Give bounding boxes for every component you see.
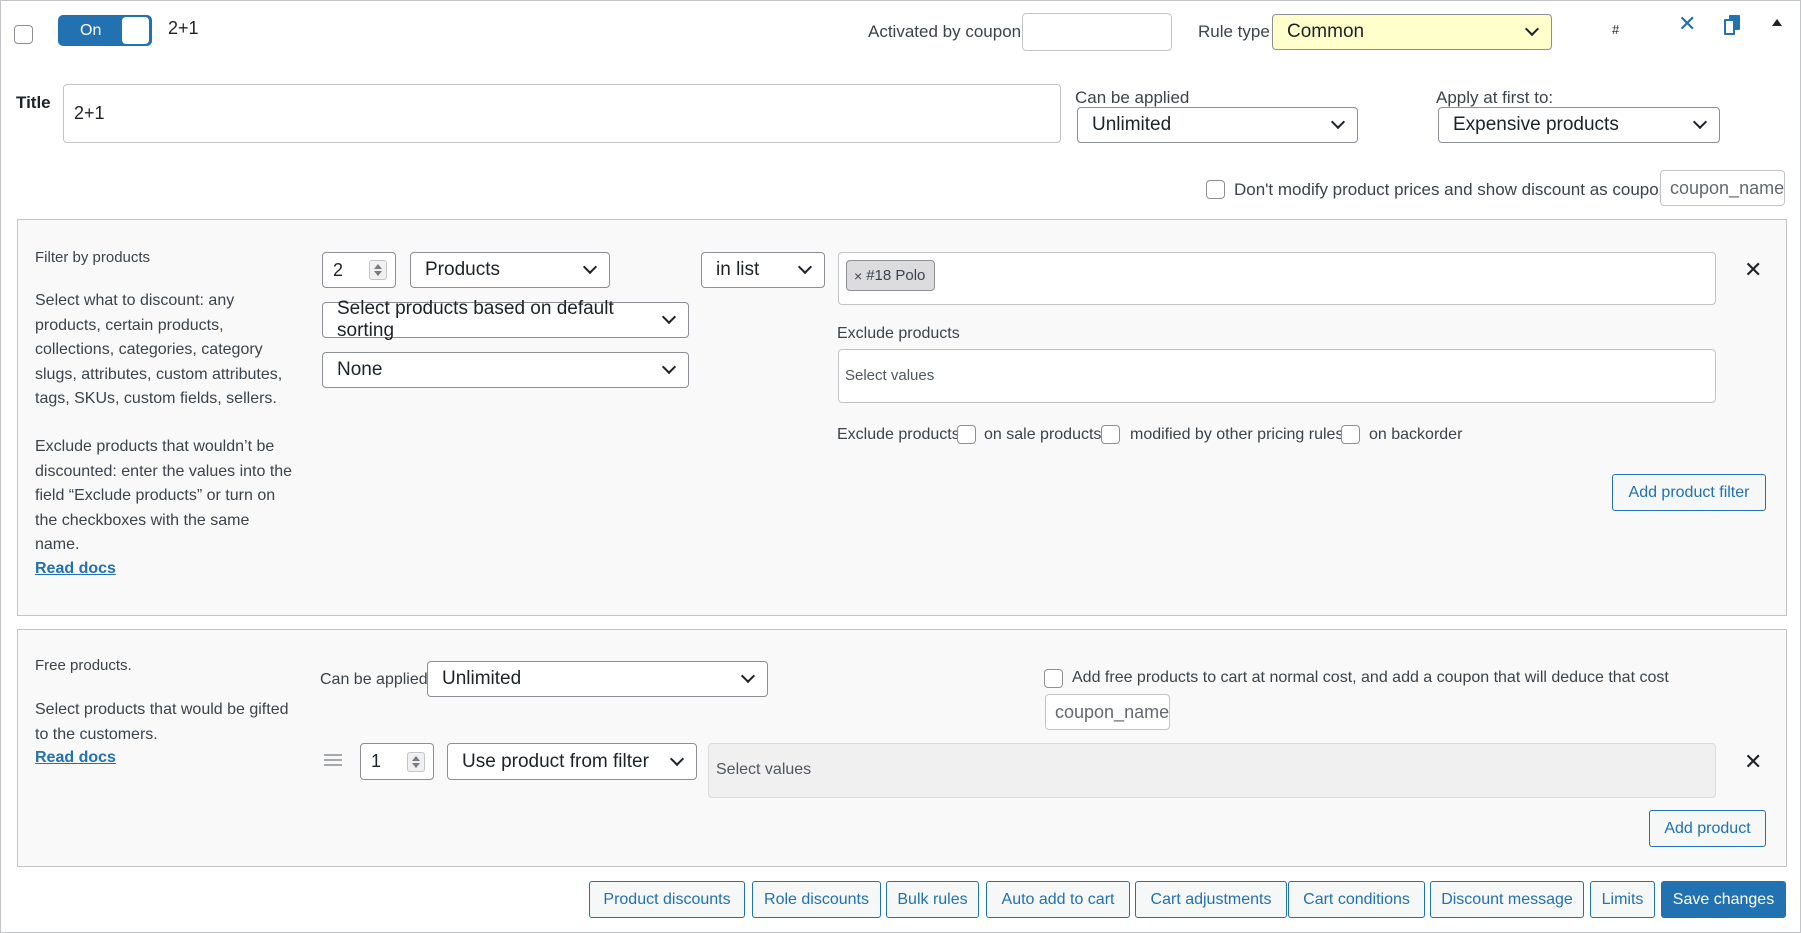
filter-values-multiselect[interactable]: × #18 Polo [838,252,1716,305]
chevron-down-icon [797,259,813,275]
free-qty-input[interactable]: 1 [360,743,434,780]
role-discounts-button[interactable]: Role discounts [752,881,881,918]
bulk-rules-button[interactable]: Bulk rules [886,881,979,918]
on-sale-label: on sale products [984,426,1102,443]
free-can-be-applied-select[interactable]: Unlimited [427,661,768,697]
can-be-applied-value: Unlimited [1092,114,1172,135]
rule-type-select[interactable]: Common [1272,14,1552,50]
toggle-label: On [80,22,102,39]
free-product-values-placeholder: Select values [716,761,812,778]
free-can-be-applied-label: Can be applied [320,671,428,688]
rule-type-value: Common [1287,21,1365,42]
save-changes-button[interactable]: Save changes [1661,881,1786,918]
filter-heading: Filter by products [35,249,151,266]
filter-qty-value: 2 [333,259,344,280]
chevron-down-icon [740,668,756,684]
on-backorder-checkbox[interactable] [1341,425,1360,444]
chevron-down-icon [661,359,677,375]
title-input[interactable]: 2+1 [63,84,1061,143]
apply-first-value: Expensive products [1453,114,1619,135]
on-backorder-label: on backorder [1369,426,1463,443]
modified-by-rules-label: modified by other pricing rules [1130,426,1344,443]
dont-modify-checkbox[interactable] [1206,180,1225,199]
qty-spinner-icon[interactable] [407,751,425,772]
free-coupon-name-placeholder: coupon_name [1055,701,1170,722]
exclude-products-multiselect[interactable]: Select values [838,349,1716,403]
toggle-knob [122,17,149,44]
activated-by-coupon-input[interactable] [1022,13,1172,51]
filter-type-select[interactable]: Products [410,252,610,288]
drag-handle-icon[interactable] [324,754,342,766]
limits-button[interactable]: Limits [1590,881,1655,918]
on-sale-checkbox[interactable] [957,425,976,444]
filter-description: Select what to discount: any products, c… [35,292,283,407]
add-free-at-normal-cost-checkbox[interactable] [1044,669,1063,688]
selected-product-tag: × #18 Polo [846,260,936,291]
free-product-values-multiselect[interactable]: Select values [708,743,1716,798]
can-be-applied-select[interactable]: Unlimited [1077,107,1358,143]
product-source-select[interactable]: Use product from filter [447,743,697,780]
filter-condition-select[interactable]: in list [701,252,825,288]
product-source-value: Use product from filter [462,750,649,772]
add-free-at-normal-cost-label: Add free products to cart at normal cost… [1072,669,1669,686]
free-coupon-name-input[interactable]: coupon_name [1045,694,1170,730]
exclude-products-placeholder: Select values [845,367,935,384]
coupon-name-input[interactable]: coupon_name [1660,170,1785,206]
filter-type-value: Products [425,259,500,280]
can-be-applied-label: Can be applied [1075,88,1190,107]
filter-qty-input[interactable]: 2 [322,252,396,288]
chevron-down-icon [1524,21,1540,37]
add-product-button[interactable]: Add product [1649,810,1766,847]
filter-sorting-value: Select products based on default sorting [337,298,614,341]
chevron-down-icon [582,259,598,275]
cart-conditions-button[interactable]: Cart conditions [1288,881,1425,918]
activated-by-coupon-label: Activated by coupon [868,22,1022,41]
chevron-down-icon [1330,114,1346,130]
free-qty-value: 1 [371,751,382,771]
modified-by-rules-checkbox[interactable] [1101,425,1120,444]
product-discounts-button[interactable]: Product discounts [589,881,745,918]
free-products-heading: Free products. [35,657,132,674]
copy-rule-icon[interactable] [1724,15,1740,35]
rule-name: 2+1 [168,18,199,38]
title-label: Title [16,93,51,112]
coupon-name-placeholder: coupon_name [1670,177,1785,198]
free-can-be-applied-value: Unlimited [442,668,522,689]
rule-hash: # [1612,22,1620,37]
exclude-checks-label: Exclude products [837,426,960,443]
filter-exclude-description: Exclude products that wouldn’t be discou… [35,438,293,553]
exclude-products-label: Exclude products [837,325,960,342]
cart-adjustments-button[interactable]: Cart adjustments [1135,881,1287,918]
rule-type-label: Rule type [1198,22,1270,41]
rule-select-checkbox[interactable] [14,25,33,44]
apply-first-label: Apply at first to: [1436,88,1554,107]
chevron-down-icon [669,751,685,766]
chevron-down-icon [1692,114,1708,130]
add-product-filter-button[interactable]: Add product filter [1612,474,1766,511]
auto-add-to-cart-button[interactable]: Auto add to cart [986,881,1130,918]
filter-read-docs-link[interactable]: Read docs [35,560,116,578]
collapse-rule-icon[interactable] [1772,19,1782,26]
free-products-description: Select products that would be gifted to … [35,701,289,743]
dont-modify-label: Don't modify product prices and show dis… [1234,180,1669,199]
discount-message-button[interactable]: Discount message [1430,881,1584,918]
delete-rule-icon[interactable]: ✕ [1678,13,1696,35]
free-read-docs-link[interactable]: Read docs [35,749,116,767]
qty-spinner-icon[interactable] [369,260,387,280]
rule-enabled-toggle[interactable]: On [58,15,152,46]
remove-filter-icon[interactable]: ✕ [1744,259,1762,281]
remove-free-product-icon[interactable]: ✕ [1744,751,1762,773]
filter-none-value: None [337,359,383,380]
filter-condition-value: in list [716,259,760,280]
tag-label: #18 Polo [866,267,926,284]
filter-none-select[interactable]: None [322,352,689,388]
filter-sorting-select[interactable]: Select products based on default sorting [322,298,689,341]
tag-remove-icon[interactable]: × [854,268,862,284]
apply-first-select[interactable]: Expensive products [1438,107,1720,143]
